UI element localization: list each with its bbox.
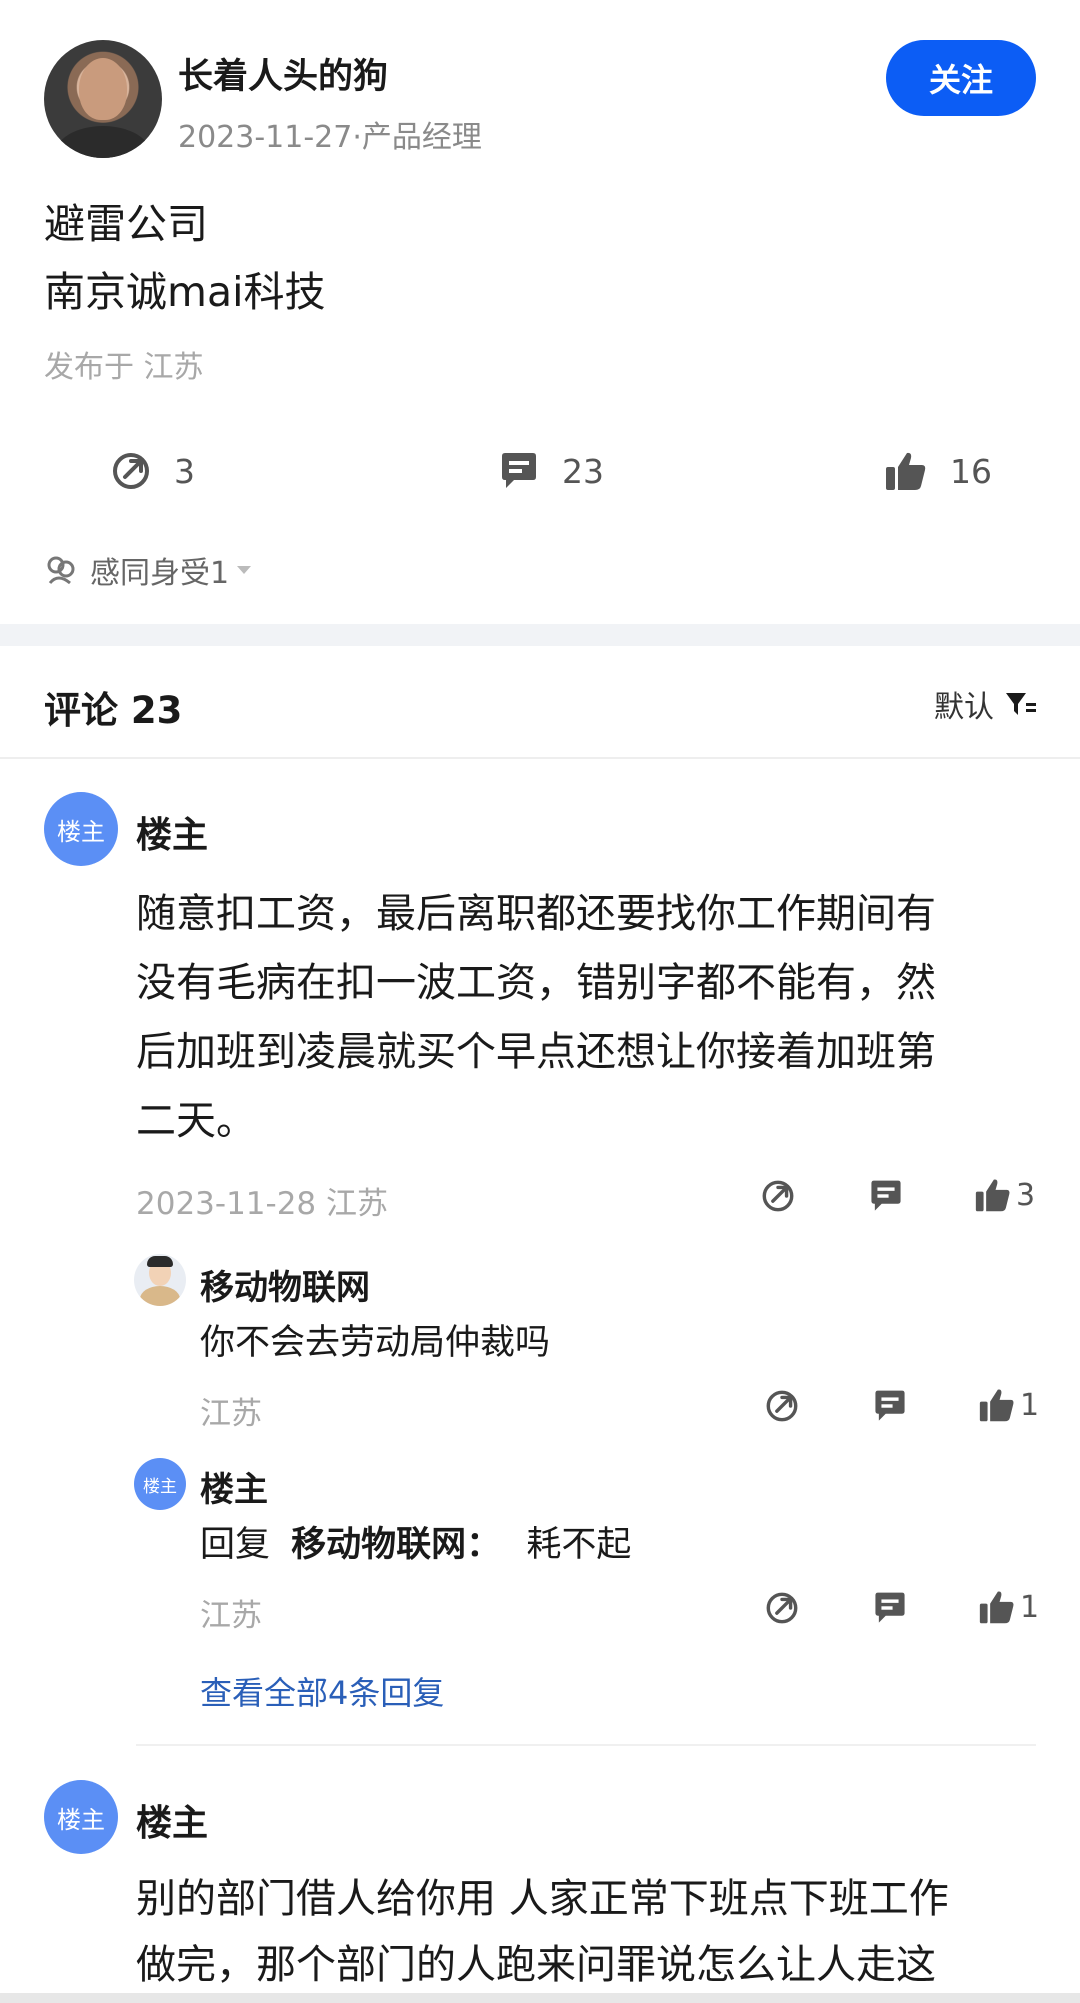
comment-count: 23 (562, 451, 604, 491)
share-icon (113, 453, 149, 489)
comment-icon[interactable] (872, 1388, 908, 1424)
reply-avatar[interactable] (134, 1254, 186, 1306)
like-count: 16 (950, 451, 992, 491)
author-name[interactable]: 长着人头的狗 (178, 48, 388, 99)
comment-icon (502, 453, 536, 488)
sort-label: 默认 (934, 690, 994, 725)
reply-target[interactable]: 移动物联网： (291, 1525, 501, 1565)
comment-icon[interactable] (872, 1590, 908, 1626)
comment-meta: 2023-11-28 江苏 (136, 1186, 389, 1222)
share-icon[interactable] (764, 1590, 800, 1626)
comment-line: 随意扣工资，最后离职都还要找你工作期间有 (136, 891, 936, 937)
caret-down-icon (237, 566, 252, 574)
reply-meta: 江苏 (200, 1396, 262, 1432)
comment-author[interactable]: 楼主 (136, 806, 208, 858)
reply-text: 回复 移动物联网： 耗不起 (200, 1516, 631, 1567)
post-meta: 2023-11-27·产品经理 (178, 120, 482, 155)
reply-meta: 江苏 (200, 1598, 262, 1634)
comment-action[interactable]: 23 (498, 450, 604, 492)
section-divider (0, 624, 1080, 646)
thumbs-up-icon (979, 1591, 1014, 1624)
reply-like-button[interactable]: 1 (978, 1387, 1039, 1423)
like-count: 1 (1020, 1387, 1040, 1423)
thumbs-up-icon (886, 452, 926, 490)
like-count: 1 (1020, 1589, 1040, 1625)
comment-author[interactable]: 楼主 (136, 1794, 208, 1846)
comment-like-button[interactable]: 3 (974, 1177, 1035, 1213)
like-count: 3 (1016, 1177, 1036, 1213)
reply-content: 耗不起 (526, 1525, 632, 1565)
reply-text: 你不会去劳动局仲裁吗 (200, 1323, 551, 1363)
divider (0, 757, 1080, 759)
reaction-icon (47, 556, 75, 585)
filter-icon (1006, 693, 1036, 715)
thumbs-up-icon (979, 1389, 1014, 1422)
reaction-text: 感同身受1 (90, 556, 230, 591)
author-avatar[interactable] (44, 40, 162, 158)
comment-line: 二天。 (136, 1098, 256, 1144)
reply-author[interactable]: 移动物联网 (200, 1260, 370, 1309)
divider (136, 1744, 1036, 1746)
share-icon[interactable] (760, 1178, 796, 1214)
comment-line: 别的部门借人给你用 人家正常下班点下班工作 (136, 1876, 949, 1922)
comment-avatar[interactable]: 楼主 (44, 1780, 118, 1854)
follow-button[interactable]: 关注 (886, 40, 1036, 116)
comment-icon[interactable] (868, 1178, 904, 1214)
thumbs-up-icon (975, 1179, 1010, 1212)
comment-line: 做完，那个部门的人跑来问罪说怎么让人走这 (136, 1942, 936, 1988)
reaction-summary[interactable]: 感同身受1 (44, 548, 253, 592)
share-action[interactable]: 3 (110, 450, 195, 492)
reply-prefix: 回复 (200, 1525, 271, 1565)
comment-line: 没有毛病在扣一波工资，错别字都不能有，然 (136, 960, 936, 1006)
comment-body: 随意扣工资，最后离职都还要找你工作期间有 没有毛病在扣一波工资，错别字都不能有，… (136, 880, 1016, 1156)
comment-body: 别的部门借人给你用 人家正常下班点下班工作 做完，那个部门的人跑来问罪说怎么让人… (136, 1866, 1016, 1998)
post-body: 南京诚mai科技 (44, 268, 326, 316)
sort-dropdown[interactable]: 默认 (934, 682, 1038, 726)
comment-avatar[interactable]: 楼主 (44, 792, 118, 866)
reply-like-button[interactable]: 1 (978, 1589, 1039, 1625)
like-action[interactable]: 16 (884, 450, 992, 492)
share-icon[interactable] (764, 1388, 800, 1424)
comment-line: 后加班到凌晨就买个早点还想让你接着加班第 (136, 1029, 936, 1075)
comments-title: 评论 23 (44, 689, 183, 732)
share-count: 3 (174, 451, 195, 491)
bottom-edge (0, 1993, 1080, 2003)
view-all-replies-link[interactable]: 查看全部4条回复 (200, 1668, 444, 1714)
reply-avatar[interactable]: 楼主 (134, 1458, 186, 1510)
post-location: 发布于 江苏 (44, 350, 204, 385)
post-title: 避雷公司 (44, 200, 208, 248)
reply-author[interactable]: 楼主 (200, 1462, 268, 1511)
